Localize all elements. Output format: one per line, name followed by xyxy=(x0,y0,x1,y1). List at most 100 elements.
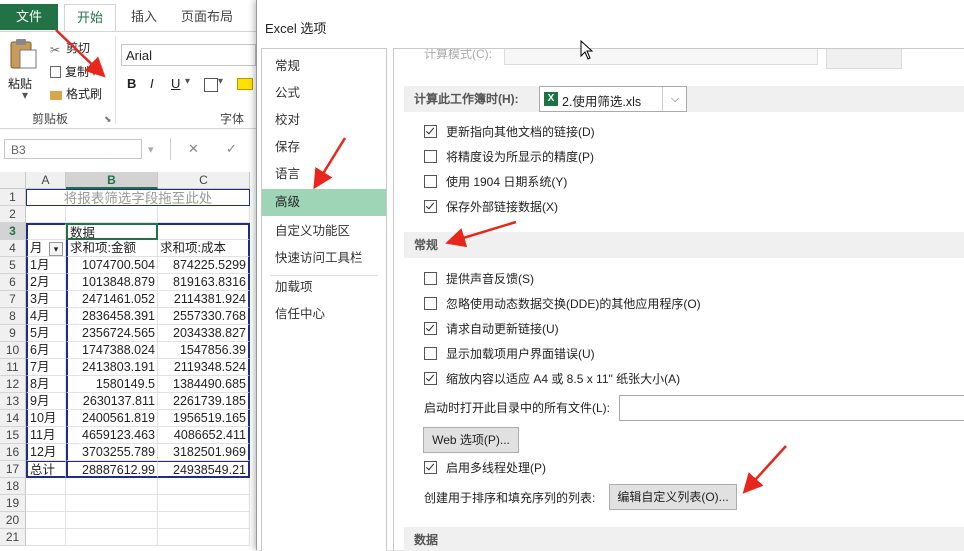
month-cell[interactable]: 1月 xyxy=(26,257,66,274)
select-all-corner[interactable] xyxy=(0,172,26,189)
copy-dropdown-icon[interactable]: ▾ xyxy=(91,65,97,79)
amount-cell[interactable]: 4659123.463 xyxy=(66,427,158,444)
general-option[interactable]: 请求自动更新链接(U) xyxy=(424,320,559,338)
multithread-option[interactable]: 启用多线程处理(P) xyxy=(424,459,546,477)
startup-folder-input[interactable] xyxy=(619,395,964,421)
cost-cell[interactable]: 874225.5299 xyxy=(158,257,250,274)
column-header-c[interactable]: C xyxy=(158,172,250,189)
cost-cell[interactable]: 1547856.39 xyxy=(158,342,250,359)
edit-custom-lists-button[interactable]: 编辑自定义列表(O)... xyxy=(609,484,737,510)
cost-cell[interactable]: 1956519.165 xyxy=(158,410,250,427)
cell[interactable] xyxy=(158,495,250,512)
nav-language[interactable]: 语言 xyxy=(262,161,386,188)
calc-option[interactable]: 保存外部链接数据(X) xyxy=(424,198,558,216)
underline-button[interactable]: U xyxy=(171,76,180,91)
month-cell[interactable]: 7月 xyxy=(26,359,66,376)
tab-home[interactable]: 开始 xyxy=(64,4,116,31)
amount-cell[interactable]: 1074700.504 xyxy=(66,257,158,274)
amount-cell[interactable]: 2413803.191 xyxy=(66,359,158,376)
row-header[interactable]: 3 xyxy=(0,223,26,240)
cell[interactable] xyxy=(158,223,250,240)
general-option[interactable]: 忽略使用动态数据交换(DDE)的其他应用程序(O) xyxy=(424,295,701,313)
cell[interactable] xyxy=(26,478,66,495)
bold-button[interactable]: B xyxy=(127,76,136,91)
cell[interactable] xyxy=(26,529,66,546)
workbook-select[interactable]: X 2.使用筛选.xls ⌵ xyxy=(539,86,687,112)
cell[interactable] xyxy=(66,512,158,529)
cost-cell[interactable]: 24938549.21 xyxy=(158,461,250,478)
cell[interactable] xyxy=(158,478,250,495)
row-header[interactable]: 8 xyxy=(0,308,26,325)
font-name-box[interactable]: Arial xyxy=(121,44,256,66)
general-option[interactable]: 提供声音反馈(S) xyxy=(424,270,534,288)
general-checkbox[interactable] xyxy=(424,272,437,285)
row-header[interactable]: 10 xyxy=(0,342,26,359)
month-cell[interactable]: 3月 xyxy=(26,291,66,308)
row-header[interactable]: 20 xyxy=(0,512,26,529)
underline-dropdown-icon[interactable]: ▾ xyxy=(185,76,190,87)
row-header[interactable]: 13 xyxy=(0,393,26,410)
row-header[interactable]: 19 xyxy=(0,495,26,512)
nav-advanced[interactable]: 高级 xyxy=(262,189,386,216)
namebox-dropdown-icon[interactable]: ▾ xyxy=(148,143,154,156)
nav-customize-ribbon[interactable]: 自定义功能区 xyxy=(262,218,386,245)
general-checkbox[interactable] xyxy=(424,297,437,310)
nav-save[interactable]: 保存 xyxy=(262,134,386,161)
amount-cell[interactable]: 28887612.99 xyxy=(66,461,158,478)
column-header-a[interactable]: A xyxy=(26,172,66,189)
cell[interactable] xyxy=(66,206,158,223)
calc-checkbox[interactable] xyxy=(424,150,437,163)
month-cell[interactable]: 12月 xyxy=(26,444,66,461)
nav-addins[interactable]: 加载项 xyxy=(262,274,386,301)
month-cell[interactable]: 8月 xyxy=(26,376,66,393)
cell[interactable] xyxy=(26,223,66,240)
web-options-button[interactable]: Web 选项(P)... xyxy=(423,427,519,453)
amount-cell[interactable]: 1747388.024 xyxy=(66,342,158,359)
cancel-icon[interactable]: ✕ xyxy=(188,141,199,157)
nav-general[interactable]: 常规 xyxy=(262,53,386,80)
cell[interactable] xyxy=(26,495,66,512)
cost-cell[interactable]: 2557330.768 xyxy=(158,308,250,325)
tab-page-layout[interactable]: 页面布局 xyxy=(174,4,240,30)
row-header[interactable]: 18 xyxy=(0,478,26,495)
sum-cost-header-cell[interactable]: 求和项:成本 xyxy=(158,240,250,257)
pivot-filter-drop-area[interactable]: 将报表筛选字段拖至此处 xyxy=(26,189,250,206)
month-cell[interactable]: 10月 xyxy=(26,410,66,427)
italic-button[interactable]: I xyxy=(150,76,154,91)
general-checkbox[interactable] xyxy=(424,372,437,385)
border-dropdown-icon[interactable]: ▾ xyxy=(218,76,223,87)
month-cell[interactable]: 11月 xyxy=(26,427,66,444)
cost-cell[interactable]: 2261739.185 xyxy=(158,393,250,410)
calc-checkbox[interactable] xyxy=(424,200,437,213)
cost-cell[interactable]: 2119348.524 xyxy=(158,359,250,376)
nav-trust-center[interactable]: 信任中心 xyxy=(262,301,386,328)
format-painter-button[interactable]: 格式刷 xyxy=(50,85,102,102)
cell[interactable] xyxy=(66,495,158,512)
nav-proofing[interactable]: 校对 xyxy=(262,107,386,134)
row-header[interactable]: 11 xyxy=(0,359,26,376)
amount-cell[interactable]: 2356724.565 xyxy=(66,325,158,342)
amount-cell[interactable]: 2630137.811 xyxy=(66,393,158,410)
row-header[interactable]: 9 xyxy=(0,325,26,342)
general-checkbox[interactable] xyxy=(424,322,437,335)
copy-button[interactable]: 复制 ▾ xyxy=(50,63,97,80)
name-box[interactable]: B3 xyxy=(4,139,142,159)
row-header[interactable]: 12 xyxy=(0,376,26,393)
cost-cell[interactable]: 2034338.827 xyxy=(158,325,250,342)
cost-cell[interactable]: 819163.8316 xyxy=(158,274,250,291)
fill-color-icon[interactable] xyxy=(237,78,253,90)
tab-file[interactable]: 文件 xyxy=(0,4,58,30)
row-header[interactable]: 15 xyxy=(0,427,26,444)
amount-cell[interactable]: 1580149.5 xyxy=(66,376,158,393)
sum-amount-header-cell[interactable]: 求和项:金额 xyxy=(66,240,158,257)
month-cell[interactable]: 2月 xyxy=(26,274,66,291)
pivot-data-label-cell[interactable]: 数据 xyxy=(66,223,158,240)
workbook-select-chevron-icon[interactable]: ⌵ xyxy=(662,87,687,111)
cell[interactable] xyxy=(158,529,250,546)
calc-option[interactable]: 更新指向其他文档的链接(D) xyxy=(424,123,595,141)
row-header[interactable]: 4 xyxy=(0,240,26,257)
row-header[interactable]: 5 xyxy=(0,257,26,274)
cost-cell[interactable]: 1384490.685 xyxy=(158,376,250,393)
calc-option[interactable]: 将精度设为所显示的精度(P) xyxy=(424,148,594,166)
tab-insert[interactable]: 插入 xyxy=(124,4,164,30)
